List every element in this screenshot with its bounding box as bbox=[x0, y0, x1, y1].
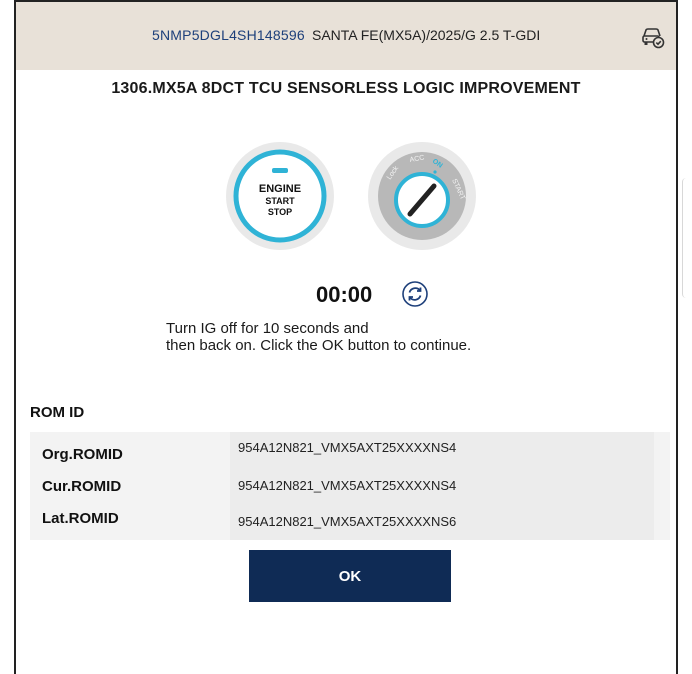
rom-row-lat-name: Lat.ROMID bbox=[42, 510, 119, 527]
rom-row-cur-name: Cur.ROMID bbox=[42, 478, 122, 495]
rom-row-org-name: Org.ROMID bbox=[42, 446, 123, 463]
instruction-text: Turn IG off for 10 seconds and then back… bbox=[166, 320, 471, 354]
engine-label-line2: START bbox=[265, 196, 295, 206]
countdown-timer: 00:00 bbox=[316, 282, 373, 307]
engine-start-stop-icon: ENGINE START STOP bbox=[226, 142, 334, 250]
page-title: 1306.MX5A 8DCT TCU SENSORLESS LOGIC IMPR… bbox=[111, 80, 581, 97]
rom-row-org-value: 954A12N821_VMX5AXT25XXXXNS4 bbox=[238, 440, 457, 455]
engine-label-line1: ENGINE bbox=[259, 183, 301, 195]
vehicle-model-text: SANTA FE(MX5A)/2025/G 2.5 T-GDI bbox=[312, 27, 541, 43]
vehicle-header: 5NMP5DGL4SH148596 SANTA FE(MX5A)/2025/G … bbox=[16, 2, 676, 70]
side-panel-edge bbox=[682, 178, 692, 298]
instruction-line-2: then back on. Click the OK button to con… bbox=[166, 337, 472, 354]
rom-id-section-title: ROM ID bbox=[30, 404, 85, 421]
rom-row-cur-value: 954A12N821_VMX5AXT25XXXXNS4 bbox=[238, 478, 457, 493]
instruction-line-1: Turn IG off for 10 seconds and bbox=[166, 320, 369, 337]
ok-button[interactable]: OK bbox=[249, 550, 451, 602]
engine-label-line3: STOP bbox=[268, 207, 292, 217]
rom-row-lat-value: 954A12N821_VMX5AXT25XXXXNS6 bbox=[238, 514, 457, 529]
rom-id-table: Org.ROMID 954A12N821_VMX5AXT25XXXXNS4 Cu… bbox=[30, 432, 670, 540]
dialog-frame: 5NMP5DGL4SH148596 SANTA FE(MX5A)/2025/G … bbox=[14, 0, 683, 674]
vehicle-check-icon[interactable] bbox=[640, 24, 666, 50]
vin-text: 5NMP5DGL4SH148596 bbox=[152, 27, 305, 43]
refresh-icon[interactable] bbox=[401, 280, 429, 308]
ignition-switch-icon: Lock ACC ON START bbox=[368, 142, 476, 250]
